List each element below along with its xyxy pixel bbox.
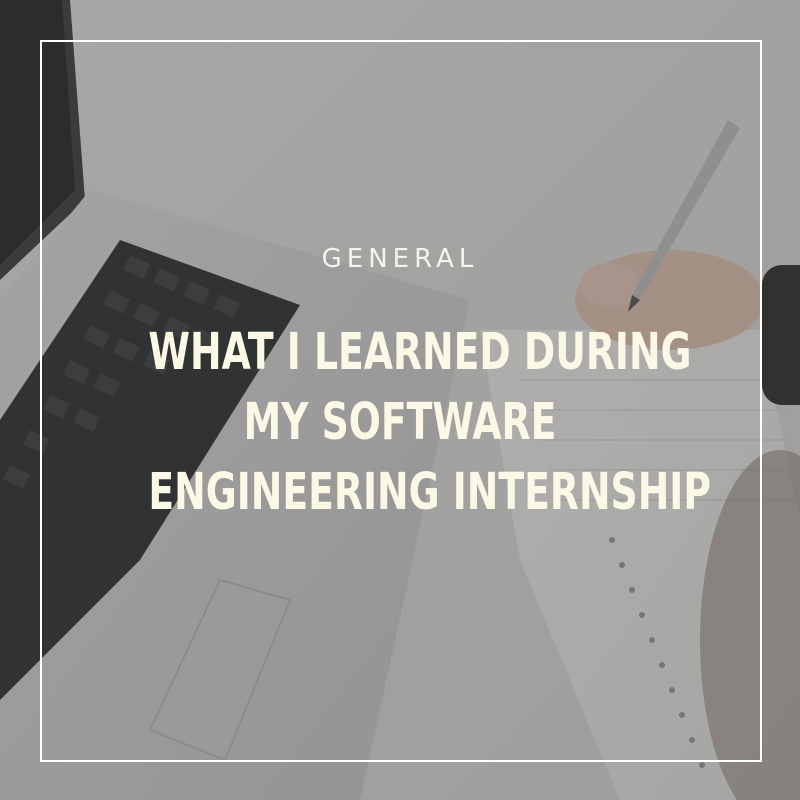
post-title-line-2: MY SOFTWARE xyxy=(243,393,557,452)
post-title[interactable]: WHAT I LEARNED DURING MY SOFTWARE ENGINE… xyxy=(148,318,712,528)
post-category[interactable]: GENERAL xyxy=(0,244,800,274)
post-cover[interactable]: GENERAL WHAT I LEARNED DURING MY SOFTWAR… xyxy=(0,0,800,800)
post-title-line-1: WHAT I LEARNED DURING xyxy=(148,323,692,382)
post-title-line-3: ENGINEERING INTERNSHIP xyxy=(148,463,712,522)
